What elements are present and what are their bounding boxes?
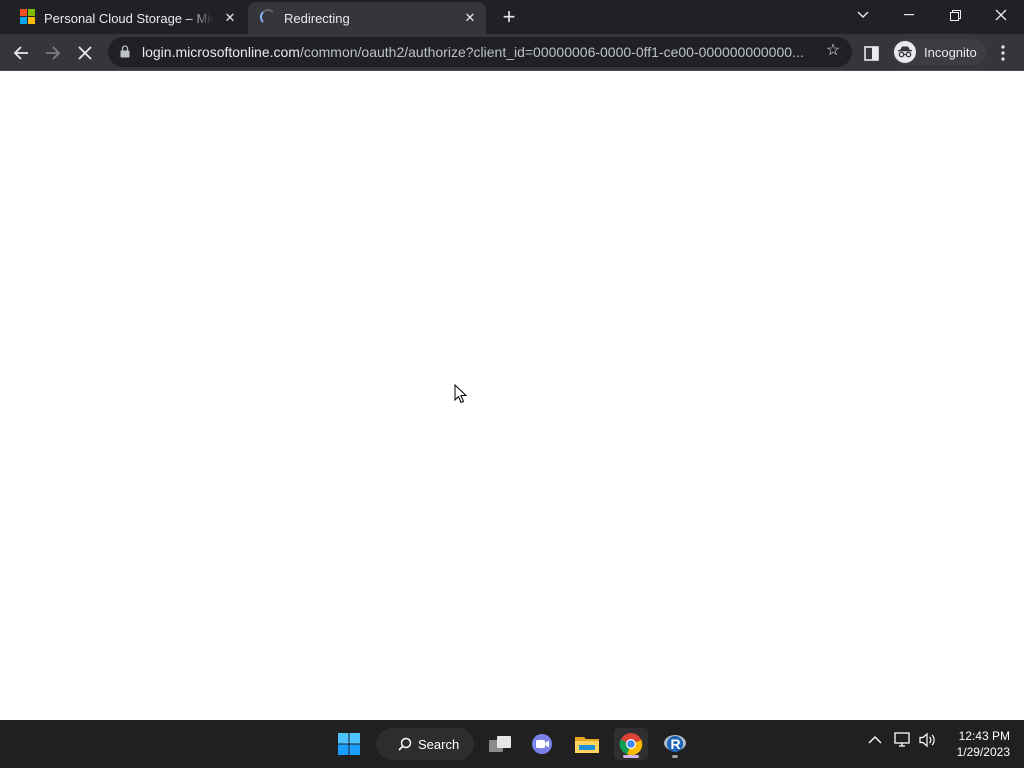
restore-button[interactable] — [932, 0, 978, 30]
tab-redirecting[interactable]: Redirecting ✕ — [248, 2, 486, 34]
system-clock[interactable]: 12:43 PM 1/29/2023 — [944, 728, 1010, 760]
volume-button[interactable] — [919, 732, 937, 751]
new-tab-button[interactable]: + — [498, 6, 520, 28]
menu-button[interactable] — [990, 40, 1016, 66]
minimize-button[interactable] — [886, 0, 932, 30]
mouse-cursor-icon — [454, 384, 468, 404]
r-app-button[interactable]: R — [658, 728, 692, 760]
clock-time: 12:43 PM — [958, 729, 1010, 743]
task-view-button[interactable] — [483, 728, 517, 760]
teams-chat-icon — [532, 734, 552, 754]
side-panel-button[interactable] — [858, 40, 884, 66]
side-panel-icon — [863, 45, 879, 61]
taskbar-search-button[interactable]: Search — [376, 728, 474, 760]
search-label: Search — [418, 736, 460, 752]
bookmark-star-icon[interactable]: ☆ — [824, 42, 842, 60]
forward-arrow-icon — [46, 46, 61, 60]
show-hidden-icons-button[interactable] — [868, 732, 882, 748]
lock-icon — [120, 45, 130, 58]
teams-chat-button[interactable] — [526, 728, 560, 760]
incognito-label: Incognito — [924, 44, 977, 60]
incognito-profile-button[interactable]: Incognito — [892, 39, 987, 65]
tab-close-icon[interactable]: ✕ — [222, 10, 238, 26]
stop-icon — [78, 46, 92, 60]
chrome-taskbar-button[interactable] — [614, 728, 648, 760]
file-explorer-button[interactable] — [570, 728, 604, 760]
start-button[interactable] — [332, 728, 366, 760]
windows-start-icon — [338, 733, 360, 755]
stop-loading-button[interactable] — [72, 40, 98, 66]
url-host: login.microsoftonline.com — [142, 44, 300, 60]
browser-toolbar: login.microsoftonline.com/common/oauth2/… — [0, 34, 1024, 71]
address-bar[interactable]: login.microsoftonline.com/common/oauth2/… — [108, 37, 852, 67]
forward-button[interactable] — [40, 40, 66, 66]
svg-text:R: R — [671, 736, 681, 752]
running-app-indicator — [672, 755, 678, 758]
tab-close-icon[interactable]: ✕ — [462, 10, 478, 26]
page-content — [0, 71, 1024, 720]
loading-spinner-icon — [260, 9, 276, 25]
url-text[interactable]: login.microsoftonline.com/common/oauth2/… — [142, 44, 812, 60]
tab-search-icon[interactable] — [840, 0, 886, 30]
back-button[interactable] — [8, 40, 34, 66]
incognito-icon — [894, 41, 916, 63]
search-icon — [398, 737, 412, 751]
tab-title: Personal Cloud Storage – Microsoft OneDr… — [44, 10, 214, 26]
microsoft-logo-icon — [20, 9, 36, 25]
network-icon — [894, 732, 910, 747]
tab-onedrive[interactable]: Personal Cloud Storage – Microsoft OneDr… — [8, 2, 246, 34]
active-app-indicator — [623, 755, 639, 758]
taskbar: Search R 12:43 PM 1/29/2023 — [0, 720, 1024, 768]
r-app-icon: R — [664, 735, 686, 752]
file-explorer-icon — [575, 737, 599, 753]
chrome-icon — [619, 733, 643, 756]
back-arrow-icon — [13, 46, 28, 60]
chevron-up-icon — [868, 736, 882, 744]
tab-strip: Personal Cloud Storage – Microsoft OneDr… — [0, 0, 1024, 34]
clock-date: 1/29/2023 — [956, 745, 1010, 759]
tab-title: Redirecting — [284, 10, 350, 26]
network-button[interactable] — [894, 732, 912, 751]
volume-icon — [919, 732, 935, 748]
more-vert-icon — [1001, 45, 1005, 61]
close-window-button[interactable] — [978, 0, 1024, 30]
task-view-icon — [489, 736, 511, 752]
url-path: /common/oauth2/authorize?client_id=00000… — [299, 44, 804, 60]
